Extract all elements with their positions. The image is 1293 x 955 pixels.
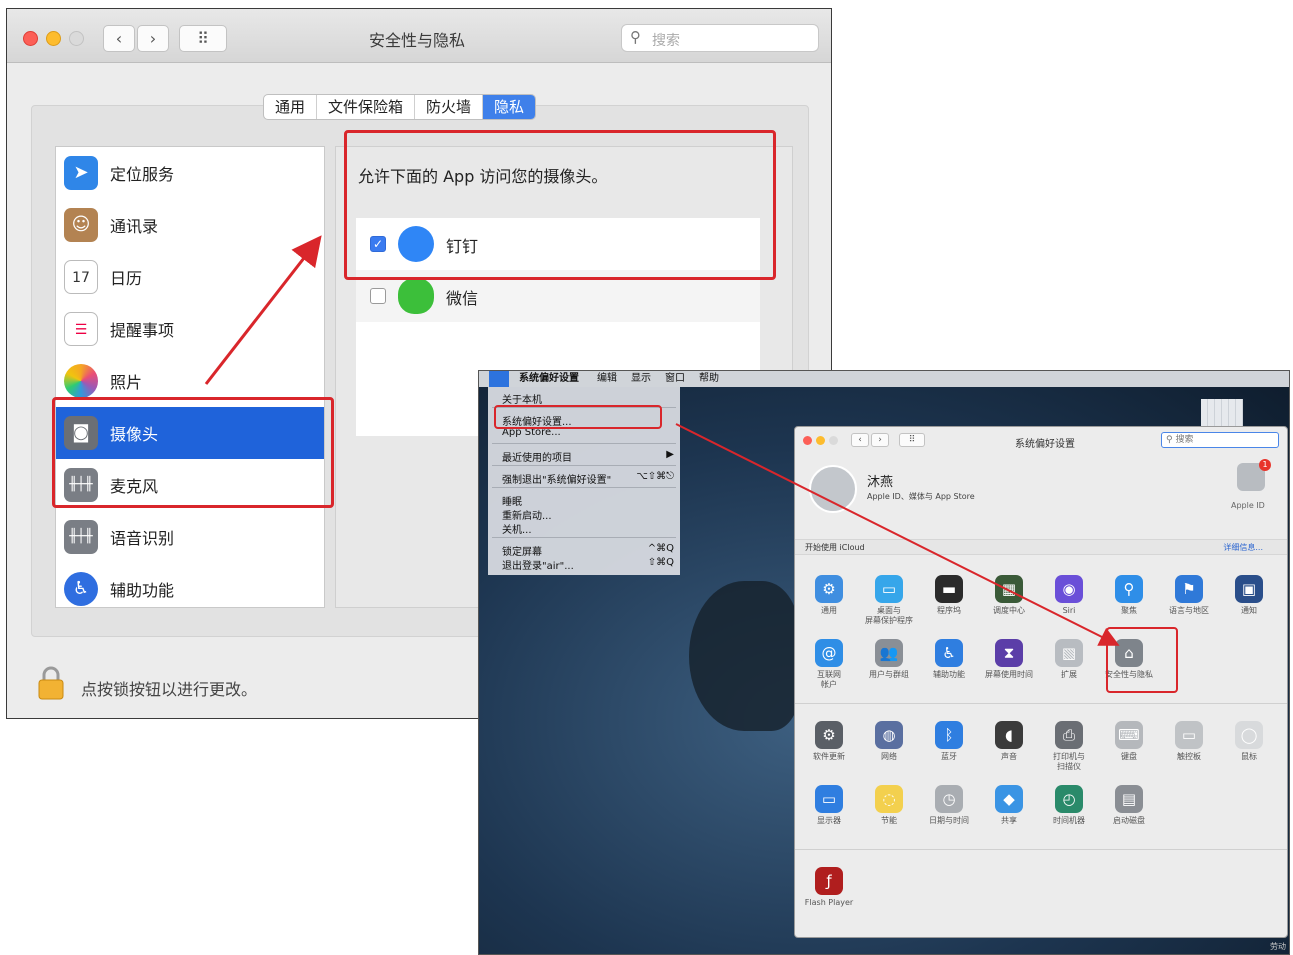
arrow-sidebar-to-list: [204, 235, 322, 385]
arrow-menu-to-pane: [675, 423, 1120, 646]
annotation-arrows: [204, 235, 1120, 646]
